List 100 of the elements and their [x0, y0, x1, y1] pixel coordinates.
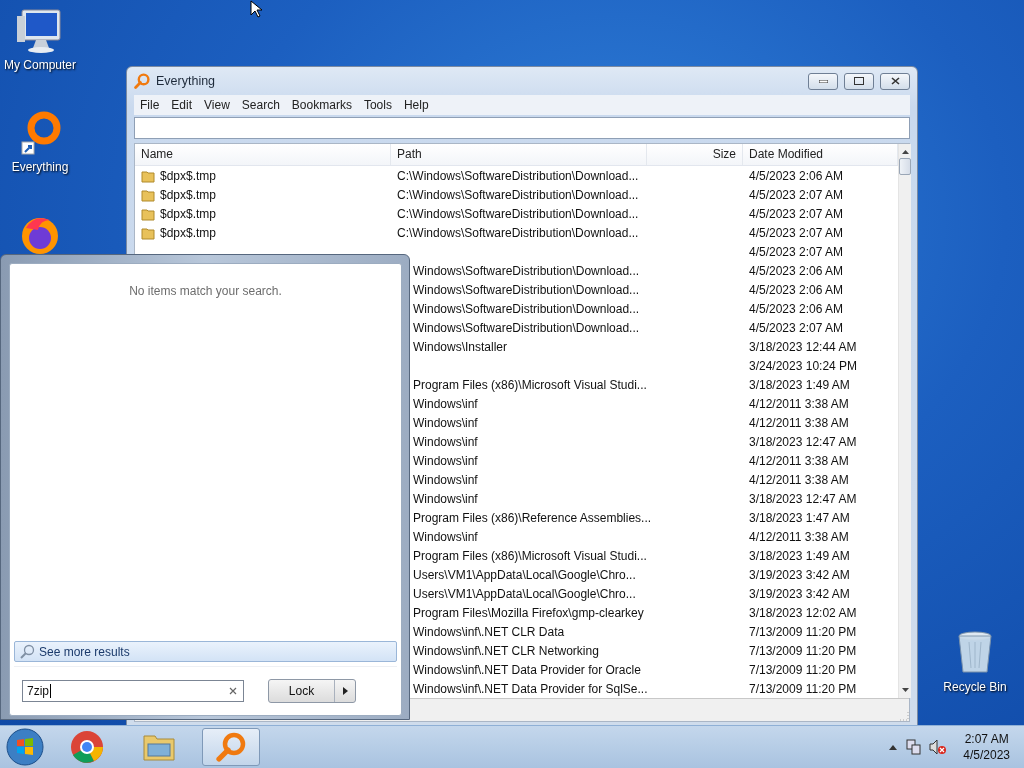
date-cell-text: 3/18/2023 12:02 AM	[748, 605, 858, 620]
date-cell-text: 3/19/2023 3:42 AM	[748, 567, 851, 582]
taskbar-app-button[interactable]	[202, 728, 260, 766]
date-cell-text: 4/5/2023 2:07 AM	[748, 206, 845, 221]
path-cell-text: Windows\inf	[412, 415, 479, 430]
desktop-icon-label[interactable]: Recycle Bin	[943, 680, 1007, 694]
restore-icon	[854, 77, 864, 85]
path-cell-text: Windows\inf	[412, 453, 479, 468]
magnifier-icon	[216, 732, 246, 762]
path-cell-text: Windows\SoftwareDistribution\Download...	[412, 320, 641, 335]
date-cell-text: 4/5/2023 2:07 AM	[748, 244, 845, 259]
window-title: Everything	[156, 74, 217, 88]
minimize-button[interactable]	[808, 72, 838, 90]
see-more-results-button[interactable]: See more results	[14, 641, 397, 662]
date-cell-text: 3/18/2023 1:47 AM	[748, 510, 851, 525]
desktop-icon-label[interactable]: Everything	[11, 160, 69, 174]
path-cell-text: Windows\SoftwareDistribution\Download...	[412, 282, 641, 297]
file-name[interactable]: $dpx$.tmp	[159, 168, 217, 183]
menu-item[interactable]: Bookmarks	[285, 98, 358, 112]
path-cell-text: Windows\SoftwareDistribution\Download...	[412, 301, 641, 316]
scroll-thumb[interactable]	[899, 158, 911, 175]
date-cell-text: 4/12/2011 3:38 AM	[748, 529, 850, 544]
folder-icon	[142, 732, 176, 762]
network-icon[interactable]	[905, 739, 922, 755]
date-cell-text: 4/5/2023 2:06 AM	[748, 301, 845, 316]
recycle-bin-icon	[955, 630, 995, 676]
path-cell-text: Windows\inf\.NET Data Provider for SqlSe...	[412, 681, 647, 696]
path-cell-text: C:\Windows\SoftwareDistribution\Download...	[396, 168, 640, 183]
path-cell-text: Program Files (x86)\Microsoft Visual Studi...	[412, 548, 647, 563]
search-field[interactable]: 7zip	[22, 680, 244, 702]
date-cell-text: 4/5/2023 2:06 AM	[748, 282, 845, 297]
column-header[interactable]: Path	[391, 144, 647, 165]
path-cell-text: Users\VM1\AppData\Local\Google\Chro...	[412, 567, 637, 582]
path-cell-text: Windows\SoftwareDistribution\Download...	[412, 263, 641, 278]
start-orb-icon[interactable]	[6, 728, 44, 766]
date-cell-text: 3/18/2023 12:47 AM	[748, 491, 858, 506]
date-cell-text: 3/18/2023 12:44 AM	[748, 339, 858, 354]
clock[interactable]: 2:07 AM 4/5/2023	[955, 731, 1018, 763]
date-cell-text: 3/18/2023 1:49 AM	[748, 548, 851, 563]
date-cell-text: 4/5/2023 2:06 AM	[748, 168, 845, 183]
minimize-icon	[818, 79, 828, 83]
date-cell-text: 4/5/2023 2:07 AM	[748, 225, 845, 240]
date-cell-text: 7/13/2009 11:20 PM	[748, 643, 858, 658]
date-cell-text: 4/12/2011 3:38 AM	[748, 396, 850, 411]
path-cell-text: Windows\inf\.NET CLR Data	[412, 624, 566, 639]
maximize-button[interactable]	[844, 72, 874, 90]
menu-item[interactable]: Search	[235, 98, 286, 112]
search-field[interactable]	[134, 117, 910, 139]
clear-icon[interactable]	[229, 687, 237, 695]
path-cell-text: Program Files (x86)\Microsoft Visual Studi...	[412, 377, 647, 392]
file-name[interactable]: $dpx$.tmp	[159, 225, 217, 240]
desktop-icon-label[interactable]: My Computer	[4, 58, 76, 72]
path-cell-text: Users\VM1\AppData\Local\Google\Chro...	[412, 586, 637, 601]
path-cell-text: Windows\inf	[412, 491, 479, 506]
path-cell-text: Windows\inf	[412, 472, 479, 487]
chrome-icon	[70, 730, 104, 764]
date-cell-text: 3/24/2023 10:24 PM	[748, 358, 859, 373]
column-header[interactable]: Name	[135, 144, 391, 165]
close-button[interactable]	[880, 72, 910, 90]
date-cell-text: 4/12/2011 3:38 AM	[748, 453, 850, 468]
close-icon	[890, 77, 900, 85]
file-name[interactable]: $dpx$.tmp	[159, 206, 217, 221]
computer-icon	[16, 8, 64, 54]
menu-item[interactable]: Edit	[165, 98, 199, 112]
menu-item[interactable]: Tools	[357, 98, 398, 112]
date-cell-text: 7/13/2009 11:20 PM	[748, 681, 858, 696]
date-cell-text: 7/13/2009 11:20 PM	[748, 624, 858, 639]
date-cell-text: 4/12/2011 3:38 AM	[748, 472, 850, 487]
path-cell-text: C:\Windows\SoftwareDistribution\Download...	[396, 206, 640, 221]
date-cell-text: 3/18/2023 12:47 AM	[748, 434, 858, 449]
path-cell-text: Windows\inf\.NET CLR Networking	[412, 643, 600, 658]
scroll-up-icon	[901, 150, 909, 154]
folder-icon	[141, 206, 155, 221]
path-cell-text: Program Files\Mozilla Firefox\gmp-clearkey	[412, 605, 645, 620]
menu-item[interactable]: Help	[397, 98, 435, 112]
menu-item[interactable]: File	[134, 98, 166, 112]
mouse-cursor-icon	[250, 0, 262, 18]
folder-icon	[141, 168, 155, 183]
date-cell-text: 7/13/2009 11:20 PM	[748, 662, 858, 677]
folder-icon	[141, 187, 155, 202]
resize-grip-icon	[899, 711, 909, 721]
date-cell-text: 4/5/2023 2:06 AM	[748, 263, 845, 278]
path-cell-text: Windows\inf	[412, 396, 479, 411]
magnifier-icon	[134, 73, 150, 89]
date-cell-text: 4/5/2023 2:07 AM	[748, 187, 845, 202]
search-icon	[19, 643, 35, 660]
date-cell-text: 4/5/2023 2:07 AM	[748, 320, 845, 335]
file-name[interactable]: $dpx$.tmp	[159, 187, 217, 202]
date-cell-text: 3/18/2023 1:49 AM	[748, 377, 851, 392]
scroll-down-icon	[901, 688, 909, 692]
column-header[interactable]: Size	[647, 144, 743, 165]
menu-item[interactable]: View	[198, 98, 236, 112]
arrow-right-icon	[342, 687, 348, 695]
path-cell-text: C:\Windows\SoftwareDistribution\Download...	[396, 225, 640, 240]
speaker-muted-icon[interactable]	[929, 739, 948, 755]
path-cell-text: Windows\inf	[412, 529, 479, 544]
date-cell-text: 4/12/2011 3:38 AM	[748, 415, 850, 430]
path-cell-text: C:\Windows\SoftwareDistribution\Download...	[396, 187, 640, 202]
path-cell-text: Windows\inf\.NET Data Provider for Oracle	[412, 662, 642, 677]
show-hidden-icons-icon[interactable]	[889, 744, 898, 750]
